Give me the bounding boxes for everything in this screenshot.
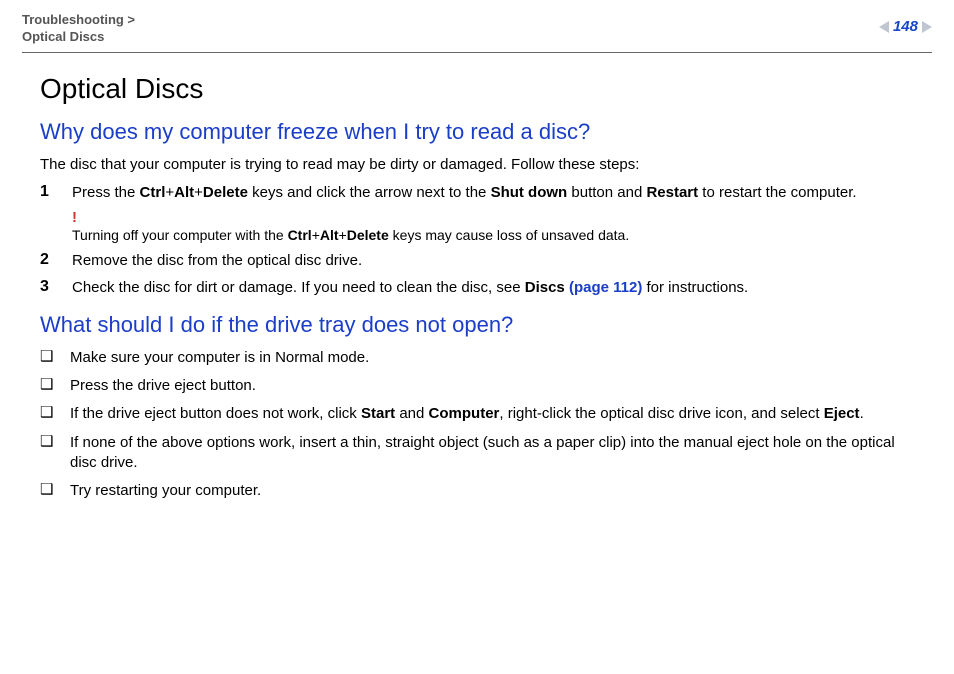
warning-icon: !	[72, 209, 914, 226]
step-3: 3 Check the disc for dirt or damage. If …	[40, 278, 914, 298]
step-1-warning: ! Turning off your computer with the Ctr…	[72, 209, 914, 245]
step-number: 3	[40, 278, 54, 296]
list-item: ❑ Press the drive eject button.	[40, 376, 914, 396]
breadcrumb: Troubleshooting > Optical Discs	[22, 12, 932, 46]
list-item: ❑ Try restarting your computer.	[40, 481, 914, 501]
next-page-icon[interactable]	[922, 21, 932, 33]
bullet-icon: ❑	[40, 433, 56, 451]
step-2: 2 Remove the disc from the optical disc …	[40, 251, 914, 271]
list-item: ❑ If the drive eject button does not wor…	[40, 404, 914, 424]
step-number: 1	[40, 183, 54, 201]
list-item: ❑ Make sure your computer is in Normal m…	[40, 348, 914, 368]
discs-page-link[interactable]: (page 112)	[569, 279, 642, 296]
bullet-text: If none of the above options work, inser…	[70, 433, 914, 474]
bullet-icon: ❑	[40, 348, 56, 366]
step-3-text: Check the disc for dirt or damage. If yo…	[72, 278, 914, 298]
bullet-text: Try restarting your computer.	[70, 481, 914, 501]
step-1-text: Press the Ctrl+Alt+Delete keys and click…	[72, 184, 857, 201]
list-item: ❑ If none of the above options work, ins…	[40, 433, 914, 474]
warning-text: Turning off your computer with the Ctrl+…	[72, 227, 629, 243]
bullet-text: Make sure your computer is in Normal mod…	[70, 348, 914, 368]
bullet-icon: ❑	[40, 481, 56, 499]
breadcrumb-line-2: Optical Discs	[22, 29, 104, 44]
breadcrumb-line-1: Troubleshooting >	[22, 12, 135, 27]
bullet-text: Press the drive eject button.	[70, 376, 914, 396]
question-1-intro: The disc that your computer is trying to…	[40, 155, 914, 175]
bullet-icon: ❑	[40, 404, 56, 422]
page-content: Optical Discs Why does my computer freez…	[22, 73, 932, 502]
step-2-text: Remove the disc from the optical disc dr…	[72, 251, 914, 271]
question-1-heading: Why does my computer freeze when I try t…	[40, 119, 914, 145]
document-page: Troubleshooting > Optical Discs 148 Opti…	[0, 0, 954, 529]
section-title: Optical Discs	[40, 73, 914, 105]
page-number-nav: 148	[879, 18, 932, 35]
prev-page-icon[interactable]	[879, 21, 889, 33]
bullet-icon: ❑	[40, 376, 56, 394]
question-2-bullets: ❑ Make sure your computer is in Normal m…	[40, 348, 914, 502]
header-divider	[22, 52, 932, 53]
page-header: Troubleshooting > Optical Discs 148	[22, 12, 932, 59]
step-number: 2	[40, 251, 54, 269]
question-1-steps: 1 Press the Ctrl+Alt+Delete keys and cli…	[40, 183, 914, 298]
step-body: Press the Ctrl+Alt+Delete keys and click…	[72, 183, 914, 245]
question-2-heading: What should I do if the drive tray does …	[40, 312, 914, 338]
bullet-text: If the drive eject button does not work,…	[70, 404, 914, 424]
page-number: 148	[893, 18, 918, 35]
step-1: 1 Press the Ctrl+Alt+Delete keys and cli…	[40, 183, 914, 245]
